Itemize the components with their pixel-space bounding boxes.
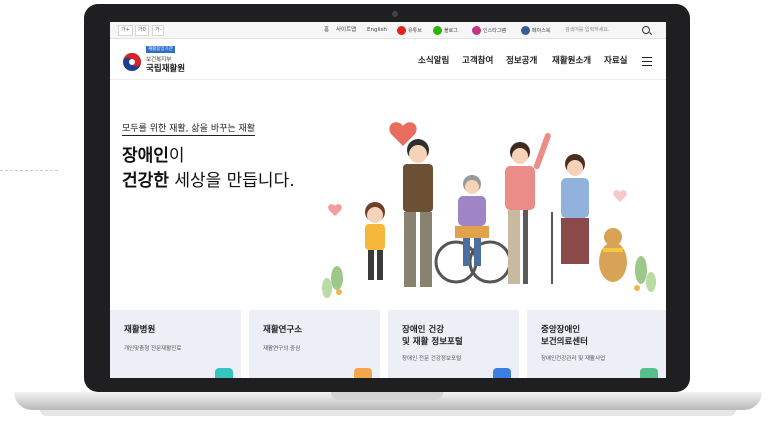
hero-title-rest-1: 이 <box>168 146 185 166</box>
facebook-icon <box>521 25 530 35</box>
medical-center-icon <box>640 368 658 378</box>
hero-title-bold-1: 장애인 <box>122 146 169 166</box>
research-icon <box>354 368 372 378</box>
webcam-icon <box>392 11 398 17</box>
youtube-icon <box>397 25 406 35</box>
nav-about[interactable]: 재활원소개 <box>552 54 591 66</box>
nav-disclosure[interactable]: 정보공개 <box>506 54 537 66</box>
hamburger-menu-icon[interactable] <box>642 57 652 66</box>
nav-news[interactable]: 소식알림 <box>418 54 449 66</box>
card-description: 재활연구의 중심 <box>263 346 301 352</box>
home-link[interactable]: 홈 <box>324 22 329 38</box>
hospital-icon <box>215 368 233 378</box>
card-title: 재활병원 <box>124 325 156 335</box>
youtube-link[interactable]: 유튜브 <box>397 25 422 35</box>
portal-icon <box>493 368 511 378</box>
card-description: 개인맞춤형 전문재활진료 <box>124 346 182 352</box>
hero-title-line2: 건강한 세상을 만듭니다. <box>122 166 295 191</box>
nav-customer[interactable]: 고객참여 <box>462 54 493 66</box>
blog-link[interactable]: 블로그 <box>433 25 458 35</box>
facebook-link[interactable]: 페이스북 <box>521 25 550 35</box>
instagram-label: 인스타그램 <box>483 27 507 34</box>
font-size-up-button[interactable]: 가+ <box>118 25 133 36</box>
blog-icon <box>433 25 442 35</box>
instagram-icon <box>472 25 481 35</box>
logo-name[interactable]: 국립재활원 <box>146 62 185 74</box>
laptop-notch <box>331 392 443 400</box>
family-illustration <box>322 122 656 298</box>
facebook-label: 페이스북 <box>532 27 551 34</box>
card-title: 중앙장애인 보건의료센터 <box>541 325 588 347</box>
card-medical-center[interactable]: 중앙장애인 보건의료센터 장애인건강관리 및 재활사업 <box>527 310 666 378</box>
card-rehab-hospital[interactable]: 재활병원 개인맞춤형 전문재활진료 <box>110 310 241 378</box>
card-health-portal[interactable]: 장애인 건강 및 재활 정보포털 장애인 전문 건강정보포털 <box>388 310 519 378</box>
card-research-institute[interactable]: 재활연구소 재활연구의 중심 <box>249 310 380 378</box>
card-description: 장애인 전문 건강정보포털 <box>402 356 462 362</box>
sitemap-link[interactable]: 사이트맵 <box>336 22 356 38</box>
card-description: 장애인건강관리 및 재활사업 <box>541 356 606 362</box>
taegeuk-logo-icon <box>123 53 141 71</box>
logo-badge: 재활중앙기관 <box>146 46 175 53</box>
nav-archive[interactable]: 자료실 <box>604 54 627 66</box>
decorative-dashed-line <box>0 170 58 171</box>
utility-bar: 가+ 가0 가- 홈 사이트맵 English 유튜브 블로그 인스타그램 페이… <box>110 22 666 39</box>
search-input[interactable]: 검색어를 입력하세요. <box>565 25 653 35</box>
english-link[interactable]: English <box>367 22 387 38</box>
header-divider <box>110 79 666 80</box>
card-title: 장애인 건강 및 재활 정보포털 <box>402 325 463 347</box>
hero-title-rest-2: 세상을 만듭니다. <box>168 171 295 191</box>
youtube-label: 유튜브 <box>408 27 422 34</box>
font-size-down-button[interactable]: 가- <box>152 25 165 36</box>
instagram-link[interactable]: 인스타그램 <box>472 25 506 35</box>
font-size-reset-button[interactable]: 가0 <box>135 25 149 36</box>
laptop-shadow <box>40 410 736 416</box>
search-icon[interactable] <box>642 26 650 34</box>
blog-label: 블로그 <box>444 27 458 34</box>
hero-title-line1: 장애인이 <box>122 141 185 166</box>
plant-right-icon <box>634 256 656 292</box>
plant-left-icon <box>322 266 343 298</box>
hero-subtitle: 모두를 위한 재활, 삶을 바꾸는 재활 <box>122 121 256 136</box>
hero-title-bold-2: 건강한 <box>122 171 169 191</box>
laptop-screen: 가+ 가0 가- 홈 사이트맵 English 유튜브 블로그 인스타그램 페이… <box>110 22 666 378</box>
card-title: 재활연구소 <box>263 325 303 335</box>
